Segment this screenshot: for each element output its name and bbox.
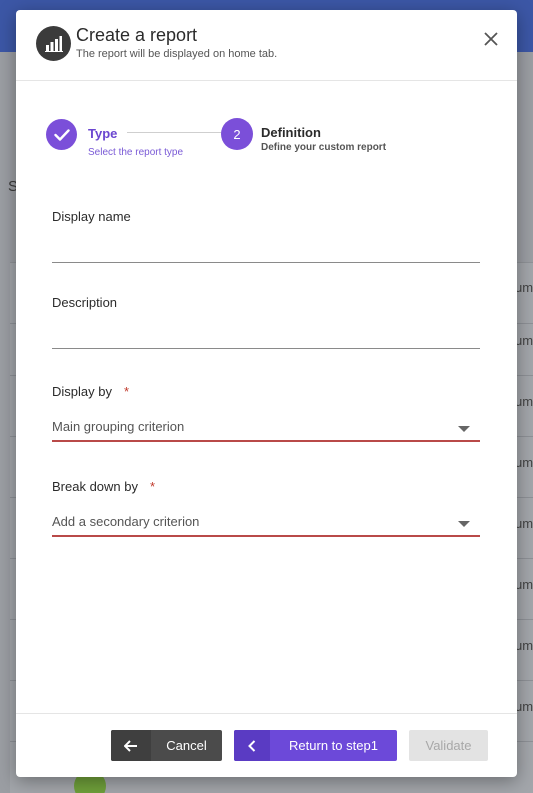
- step-2-indicator: 2: [221, 118, 253, 150]
- table-cell: um: [515, 577, 533, 592]
- display-by-label-text: Display by: [52, 384, 112, 399]
- step-1-label[interactable]: Type: [88, 126, 117, 141]
- step-2-description: Define your custom report: [261, 142, 387, 153]
- arrow-left-icon: [111, 730, 151, 761]
- display-by-underline: [52, 440, 480, 442]
- required-marker: *: [150, 479, 156, 494]
- break-down-by-underline: [52, 535, 480, 537]
- validate-button[interactable]: Validate: [409, 730, 488, 761]
- dialog-subtitle: The report will be displayed on home tab…: [76, 48, 278, 60]
- display-by-select[interactable]: Main grouping criterion: [52, 419, 184, 434]
- chevron-down-icon[interactable]: [458, 426, 470, 432]
- checkmark-icon: [53, 128, 70, 141]
- table-cell: um: [515, 394, 533, 409]
- table-cell: um: [515, 516, 533, 531]
- display-name-field[interactable]: [52, 237, 480, 261]
- step-1-description: Select the report type: [88, 147, 184, 158]
- break-down-by-label-text: Break down by: [52, 479, 138, 494]
- table-cell: um: [515, 280, 533, 295]
- display-name-label: Display name: [52, 209, 131, 224]
- chevron-down-icon[interactable]: [458, 521, 470, 527]
- create-report-dialog: Create a report The report will be displ…: [16, 10, 517, 777]
- table-cell: um: [515, 699, 533, 714]
- description-underline: [52, 348, 480, 349]
- table-cell: um: [515, 333, 533, 348]
- description-label: Description: [52, 295, 118, 310]
- stepper-connector: [127, 132, 223, 133]
- return-to-step1-label: Return to step1: [289, 738, 378, 753]
- step-1-completed-indicator[interactable]: [46, 119, 77, 150]
- bar-chart-icon: [36, 26, 71, 61]
- required-marker: *: [123, 384, 130, 399]
- chevron-left-icon: [234, 730, 270, 761]
- table-cell: um: [515, 455, 533, 470]
- dialog-header: Create a report The report will be displ…: [16, 10, 517, 81]
- dialog-title: Create a report: [76, 25, 198, 45]
- break-down-by-select[interactable]: Add a secondary criterion: [52, 514, 199, 529]
- break-down-by-label: Break down by *: [52, 479, 155, 494]
- display-by-label: Display by *: [52, 384, 129, 399]
- step-2-label: Definition: [261, 125, 321, 140]
- description-field[interactable]: [52, 323, 480, 347]
- close-icon: [484, 32, 498, 46]
- close-button[interactable]: [479, 27, 503, 51]
- cancel-button[interactable]: Cancel: [111, 730, 222, 761]
- display-name-underline: [52, 262, 480, 263]
- table-cell: um: [515, 638, 533, 653]
- return-to-step1-button[interactable]: Return to step1: [234, 730, 397, 761]
- cancel-button-label: Cancel: [166, 738, 207, 753]
